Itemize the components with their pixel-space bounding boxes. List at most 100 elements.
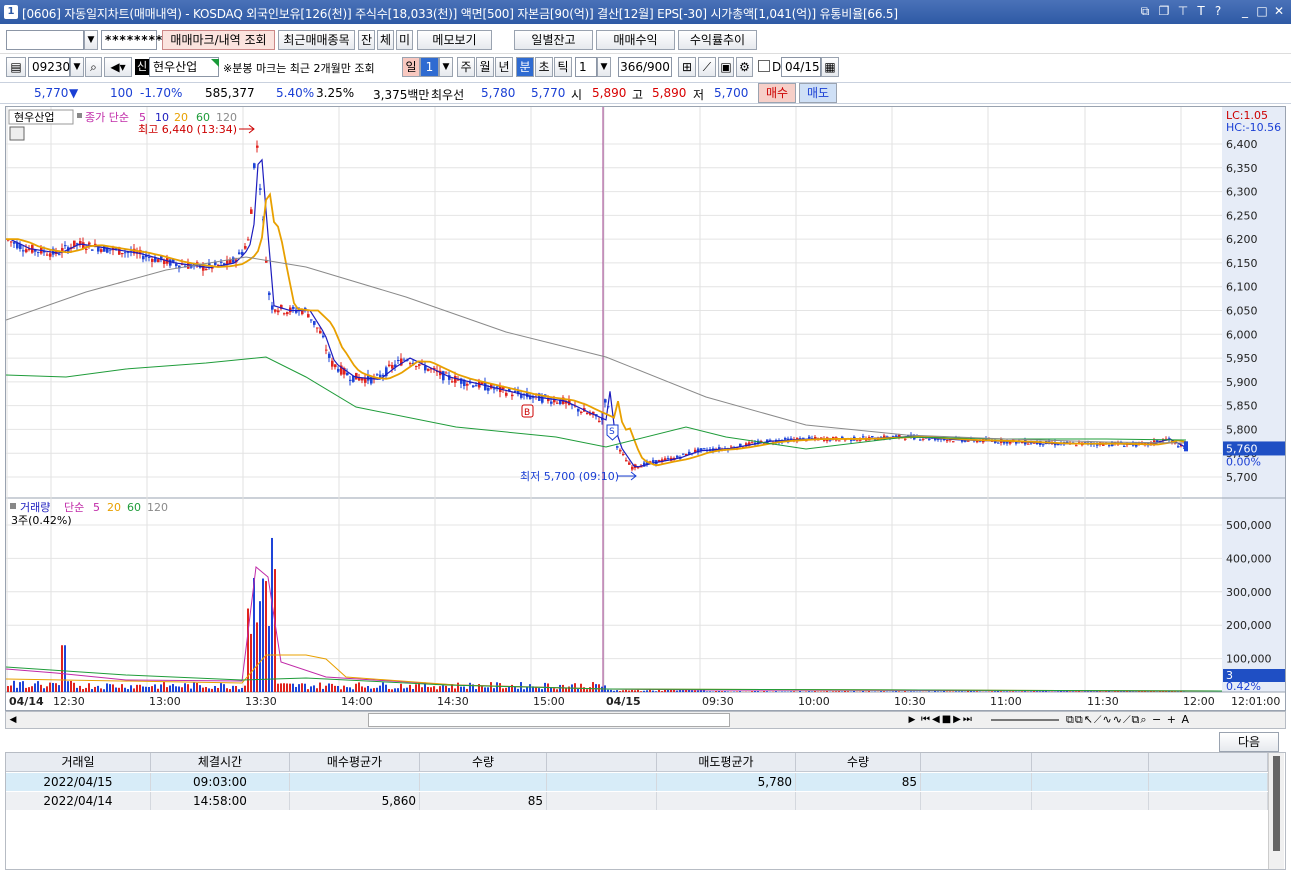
- trade-profit-button[interactable]: 매매수익: [596, 30, 675, 50]
- account-input[interactable]: [6, 30, 84, 50]
- maximize-icon[interactable]: □: [1255, 4, 1269, 19]
- volume-bar: [763, 691, 765, 692]
- period-tick-tab[interactable]: 틱: [554, 57, 572, 77]
- price-volume-chart[interactable]: 6,400 6,350 6,300 6,250 6,200 6,150 6,100 6,050…: [6, 107, 1285, 710]
- playback-controls[interactable]: ⏮◀■▶⏭: [921, 712, 974, 728]
- executed-button[interactable]: 체: [377, 30, 394, 50]
- period-year-tab[interactable]: 년: [495, 57, 513, 77]
- volume-bar: [691, 690, 693, 692]
- gear-icon[interactable]: ⚙: [736, 57, 753, 77]
- line-tool-icon[interactable]: ⟋: [698, 57, 716, 77]
- date-input[interactable]: 04/15: [781, 57, 821, 77]
- text-icon[interactable]: T: [1194, 4, 1208, 19]
- pin-icon[interactable]: ⊤: [1176, 4, 1190, 19]
- chart-scrollbar[interactable]: ◀ ▶ ⏮◀■▶⏭ ⧉⧉↖⟋∿∿⟋⧉⌕ − + A: [5, 711, 1286, 729]
- time-tick-label: 04/14: [9, 695, 44, 708]
- date-checkbox[interactable]: [758, 60, 770, 72]
- password-input[interactable]: *********: [101, 30, 169, 50]
- account-dropdown-icon[interactable]: ▼: [84, 30, 98, 50]
- table-header-6[interactable]: 수량: [796, 753, 921, 772]
- chart-panel[interactable]: 6,400 6,350 6,300 6,250 6,200 6,150 6,100 6,050…: [5, 106, 1286, 711]
- search-icon[interactable]: ⌕: [85, 57, 102, 77]
- recent-trades-button[interactable]: 최근매매종목: [278, 30, 355, 50]
- volume-bar: [430, 687, 432, 692]
- count-input[interactable]: 366/900: [618, 57, 672, 77]
- candle-body: [1057, 444, 1060, 446]
- candle-body: [859, 439, 862, 441]
- period-week-tab[interactable]: 주: [457, 57, 475, 77]
- minimize-icon[interactable]: _: [1238, 4, 1252, 19]
- period-number-input[interactable]: 1: [420, 57, 439, 77]
- volume-bar: [79, 685, 81, 692]
- scroll-left-icon[interactable]: ◀: [6, 712, 20, 728]
- table-header-3[interactable]: 수량: [420, 753, 547, 772]
- table-header-5[interactable]: 매도평균가: [657, 753, 796, 772]
- table-header-0[interactable]: 거래일: [6, 753, 151, 772]
- table-scroll-thumb[interactable]: [1273, 756, 1280, 851]
- stock-name-field[interactable]: 현우산업: [149, 57, 219, 77]
- candle-body: [175, 263, 178, 266]
- period-minute-tab[interactable]: 분: [516, 57, 534, 77]
- candle-body: [802, 437, 805, 439]
- table-scrollbar[interactable]: [1268, 753, 1284, 869]
- candle-body: [598, 420, 601, 422]
- zoom-slider[interactable]: [991, 719, 1059, 721]
- candle-body: [10, 241, 13, 243]
- copy-icon[interactable]: ❐: [1157, 4, 1171, 19]
- time-tick-label: 04/15: [606, 695, 641, 708]
- high-annotation: 최고 6,440 (13:34): [138, 123, 237, 136]
- close-icon[interactable]: ✕: [1272, 4, 1286, 19]
- period-dropdown-icon[interactable]: ▼: [439, 57, 453, 77]
- stock-code-input[interactable]: 092300: [28, 57, 78, 77]
- help-icon[interactable]: ?: [1211, 4, 1225, 19]
- scroll-thumb[interactable]: [368, 713, 730, 727]
- table-header-4[interactable]: [547, 753, 657, 772]
- volume-bar: [355, 683, 357, 692]
- volume-bar: [1075, 691, 1077, 692]
- period-month-tab[interactable]: 월: [476, 57, 494, 77]
- table-header-9[interactable]: [1149, 753, 1268, 772]
- candle-body: [100, 249, 103, 252]
- unexecuted-button[interactable]: 미: [396, 30, 413, 50]
- balance-button[interactable]: 잔: [358, 30, 375, 50]
- candle-settings-icon[interactable]: ⊞: [678, 57, 696, 77]
- buy-button[interactable]: 매수: [758, 83, 796, 103]
- return-trend-button[interactable]: 수익률추이: [678, 30, 757, 50]
- markings-query-button[interactable]: 매매마크/내역 조회: [162, 30, 275, 50]
- table-header-7[interactable]: [921, 753, 1032, 772]
- volume-bar: [31, 686, 33, 692]
- table-header-1[interactable]: 체결시간: [151, 753, 290, 772]
- legend-ma-period: 5: [139, 111, 146, 124]
- save-icon[interactable]: ▣: [718, 57, 734, 77]
- period-second-tab[interactable]: 초: [535, 57, 553, 77]
- sell-button[interactable]: 매도: [799, 83, 837, 103]
- table-header-8[interactable]: [1032, 753, 1149, 772]
- table-cell: [1149, 773, 1268, 791]
- restore-icon[interactable]: ⧉: [1138, 4, 1152, 19]
- candle-body: [808, 436, 811, 439]
- memo-button[interactable]: 메모보기: [417, 30, 492, 50]
- candle-body: [313, 321, 316, 325]
- candle-body: [259, 188, 262, 190]
- quote-pct2: 3.25%: [316, 86, 355, 100]
- chart-tool-icons[interactable]: ⧉⧉↖⟋∿∿⟋⧉⌕ − + A: [1066, 712, 1190, 728]
- period-day-tab[interactable]: 일: [402, 57, 420, 77]
- candle-body: [22, 250, 25, 252]
- table-header-2[interactable]: 매수평균가: [290, 753, 420, 772]
- interval-input[interactable]: 1: [575, 57, 597, 77]
- code-dropdown-icon[interactable]: ▼: [70, 57, 84, 77]
- volume-bar: [61, 645, 63, 692]
- daily-balance-button[interactable]: 일별잔고: [514, 30, 593, 50]
- next-button[interactable]: 다음: [1219, 732, 1279, 752]
- table-row[interactable]: 2022/04/14 14:58:00 5,860 85: [6, 792, 1268, 810]
- layout-icon[interactable]: ▤: [6, 57, 26, 77]
- table-row[interactable]: 2022/04/15 09:03:00 5,780 85: [6, 773, 1268, 791]
- quote-bar: 5,770 ▼ 100 -1.70% 585,377 5.40% 3.25% 3…: [0, 82, 1291, 104]
- scroll-right-icon[interactable]: ▶: [905, 712, 919, 728]
- speaker-icon[interactable]: ◀▾: [104, 57, 132, 77]
- interval-dropdown-icon[interactable]: ▼: [597, 57, 611, 77]
- candle-body: [202, 265, 205, 271]
- volume-bar: [265, 581, 267, 692]
- calendar-icon[interactable]: ▦: [821, 57, 839, 77]
- candle-body: [961, 440, 964, 442]
